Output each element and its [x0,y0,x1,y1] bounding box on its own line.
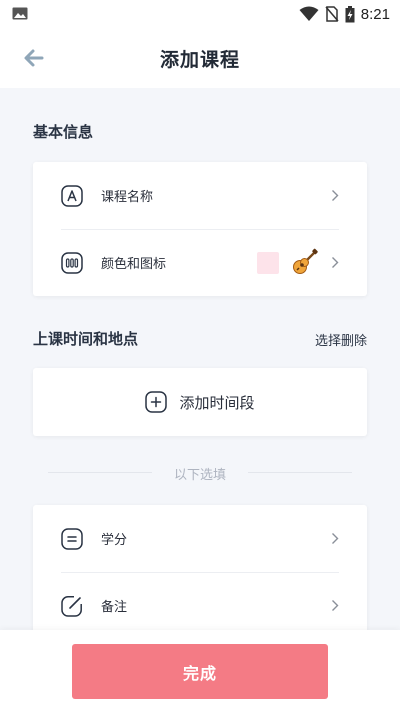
add-time-slot-label: 添加时间段 [179,393,255,412]
basic-info-card: 课程名称 颜色和图标 [33,162,367,296]
color-swatch [257,252,279,274]
color-and-icon-label: 颜色和图标 [101,257,167,272]
plus-icon [145,391,168,413]
status-bar: 8:21 [0,0,400,28]
optional-card: 学分 备注 [33,505,367,639]
letter-a-icon [61,185,83,207]
done-button[interactable]: 完成 [72,644,328,699]
clock: 8:21 [360,5,390,23]
chevron-right-icon [332,190,339,201]
image-icon [12,7,28,20]
select-delete-button[interactable]: 选择删除 [315,330,367,349]
time-slot-card: 添加时间段 [33,368,367,436]
chevron-right-icon [332,533,339,544]
credit-row[interactable]: 学分 [33,505,367,572]
wifi-icon [299,6,319,21]
color-palette-icon [61,252,83,274]
chevron-right-icon [332,257,339,268]
section-title-time-place: 上课时间和地点 [33,330,139,348]
page-title: 添加课程 [159,49,240,71]
chevron-right-icon [332,600,339,611]
optional-label: 以下选填 [173,468,226,483]
note-label: 备注 [101,600,128,615]
battery-charging-icon [345,5,355,22]
divider-line [248,472,352,473]
color-and-icon-row[interactable]: 颜色和图标 [33,229,367,296]
no-sim-icon [325,6,339,22]
credit-icon [61,528,83,550]
system-icons: 8:21 [299,4,390,24]
add-time-slot-button[interactable]: 添加时间段 [33,368,367,436]
bottom-bar: 完成 [0,630,400,711]
guitar-icon [293,248,318,274]
optional-divider: 以下选填 [48,464,352,483]
course-name-label: 课程名称 [101,190,154,205]
course-name-row[interactable]: 课程名称 [33,162,367,229]
note-edit-icon [61,596,82,617]
section-title-basic-info: 基本信息 [33,123,94,141]
note-row[interactable]: 备注 [33,572,367,639]
credit-label: 学分 [101,533,128,548]
app-header: 添加课程 [0,28,400,88]
